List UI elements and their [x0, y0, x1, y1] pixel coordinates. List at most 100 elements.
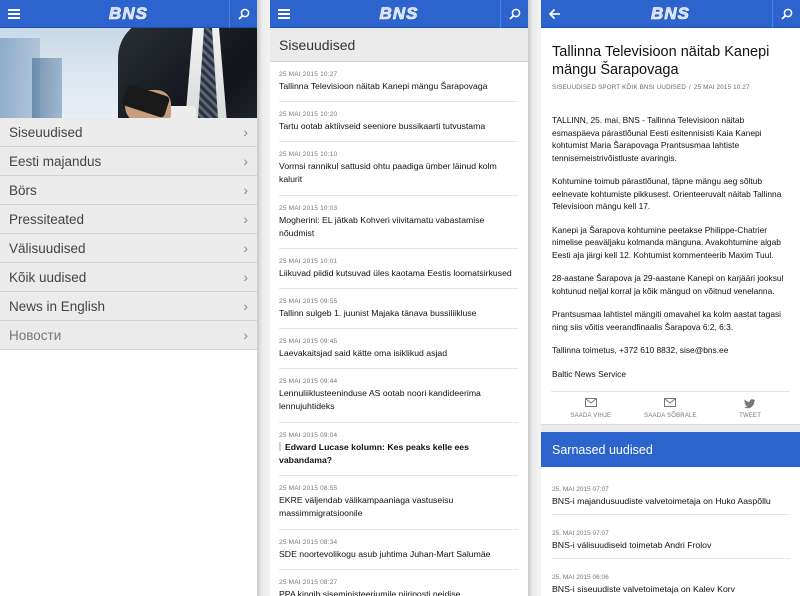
nav-item-eesti-majandus[interactable]: Eesti majandus ›	[0, 147, 257, 176]
send-to-friend-button[interactable]: SAADA SÕBRALE	[631, 398, 710, 419]
news-date: 25 MAI 2015 08:27	[279, 579, 338, 586]
article-paragraph: Tallinna toimetus, +372 610 8832, sise@b…	[552, 345, 729, 355]
send-tip-button[interactable]: SAADA VIHJE	[551, 398, 630, 419]
nav-item-news-in-english[interactable]: News in English ›	[0, 292, 257, 321]
news-list-item[interactable]: 25 MAI 2015 10:10 Vormsi rannikul sattusi…	[279, 142, 518, 196]
search-button[interactable]	[500, 0, 528, 28]
news-date: 25 MAI 2015 10:27	[279, 71, 338, 78]
mail-icon	[584, 398, 597, 407]
nav-item-label: Siseuudised	[9, 124, 83, 140]
related-item[interactable]: 25. MAI 2015 07:07 BNS-i majandusuudiste …	[552, 467, 790, 515]
news-list-item[interactable]: 25 MAI 2015 08:34 SDE noortevolikogu asub…	[279, 530, 518, 570]
related-header: Sarnased uudised	[541, 432, 800, 467]
search-button[interactable]	[229, 0, 257, 28]
news-list-item[interactable]: 25 MAI 2015 10:01 Liikuvad piidid kutsuva…	[279, 249, 518, 289]
news-headline: Lennuliiklusteeninduse AS ootab noori ka…	[279, 388, 481, 411]
share-label: SAADA VIHJE	[570, 413, 612, 419]
share-label: TWEET	[739, 413, 762, 419]
mail-icon	[664, 398, 677, 407]
section-spacer	[541, 424, 800, 432]
search-icon	[237, 8, 249, 20]
news-headline: Vormsi rannikul sattusid ohtu paadiga üm…	[279, 161, 497, 184]
top-bar: BNS	[0, 0, 257, 28]
news-headline: SDE noortevolikogu asub juhtima Juhan-Ma…	[279, 549, 491, 559]
article-panel: BNS Tallinna Televisioon näitab Kanepi m…	[541, 0, 800, 596]
search-icon	[508, 8, 520, 20]
bns-logo[interactable]: BNS	[379, 4, 419, 24]
news-list-item[interactable]: 25 MAI 2015 10:20 Tartu ootab aktiivseid …	[279, 102, 518, 142]
nav-item-label: Börs	[9, 182, 37, 198]
news-date: 25 MAI 2015 10:20	[279, 111, 338, 118]
related-item[interactable]: 25. MAI 2015 06:06 BNS-i siseuudiste valv…	[552, 559, 790, 596]
related-headline: BNS-i välisuudiseid toimetab Andri Frolo…	[552, 540, 712, 550]
nav-item-label: News in English	[9, 298, 106, 314]
article-date: 25 MAI 2015 10:27	[693, 84, 750, 91]
news-list-item[interactable]: 25 MAI 2015 09:44 Lennuliiklusteeninduse …	[279, 369, 518, 423]
news-date: 25 MAI 2015 09:04	[279, 432, 338, 439]
news-list-item[interactable]: 25 MAI 2015 09:55 Tallinn sulgeb 1. juuni…	[279, 289, 518, 329]
chevron-right-icon: ›	[243, 298, 248, 314]
nav-item-bors[interactable]: Börs ›	[0, 176, 257, 205]
top-bar: BNS	[541, 0, 800, 28]
share-label: SAADA SÕBRALE	[644, 413, 697, 419]
hamburger-icon	[278, 9, 290, 19]
article-meta: SISEUUDISED SPORT KÕIK BNSI UUDISED/25 M…	[552, 84, 790, 91]
news-date: 25 MAI 2015 08:55	[279, 485, 338, 492]
nav-item-koik-uudised[interactable]: Kõik uudised ›	[0, 263, 257, 292]
news-date: 25 MAI 2015 09:55	[279, 298, 338, 305]
category-nav: Siseuudised › Eesti majandus › Börs › Press…	[0, 118, 257, 350]
article-title: Tallinna Televisioon näitab Kanepi mängu…	[552, 44, 770, 78]
news-list-item[interactable]: 25 MAI 2015 09:45 Laevakaitsjad said kätt…	[279, 329, 518, 369]
nav-item-pressiteated[interactable]: Pressiteated ›	[0, 205, 257, 234]
chevron-right-icon: ›	[243, 327, 248, 343]
news-list-item[interactable]: 25 MAI 2015 08:27 PPA kingib siseministee…	[279, 570, 518, 596]
nav-item-label: Välisuudised	[9, 240, 86, 256]
search-icon	[780, 8, 792, 20]
related-title: Sarnased uudised	[552, 442, 653, 457]
news-headline: Tallinn sulgeb 1. juunist Majaka tänava …	[279, 308, 477, 318]
bns-logo[interactable]: BNS	[651, 4, 690, 24]
news-date: 25 MAI 2015 08:34	[279, 539, 338, 546]
news-headline: EKRE väljendab välikampaaniaga vastuseis…	[279, 495, 454, 518]
related-date: 25. MAI 2015 06:06	[552, 574, 609, 581]
search-button[interactable]	[772, 0, 800, 28]
menu-panel: BNS Siseuudised › Eesti majandus › Börs › P…	[0, 0, 257, 596]
nav-item-valisuudised[interactable]: Välisuudised ›	[0, 234, 257, 263]
back-button[interactable]	[541, 0, 569, 28]
article-paragraph: Kanepi ja Šarapova kohtumine peetakse Ph…	[552, 224, 781, 260]
news-date: 25 MAI 2015 09:44	[279, 378, 338, 385]
menu-button[interactable]	[0, 0, 28, 28]
news-headline: Liikuvad piidid kutsuvad üles kaotama Ee…	[279, 268, 512, 278]
menu-button[interactable]	[270, 0, 298, 28]
news-list-item[interactable]: 25 MAI 2015 08:55 EKRE väljendab välikamp…	[279, 476, 518, 530]
meta-separator: /	[689, 84, 691, 91]
article-paragraph: Prantsusmaa lahtistel mängiti omavahel k…	[552, 309, 782, 332]
section-title: Siseuudised	[279, 36, 356, 53]
section-header: Siseuudised	[270, 28, 528, 62]
nav-item-siseuudised[interactable]: Siseuudised ›	[0, 118, 257, 147]
tweet-button[interactable]: TWEET	[711, 398, 790, 419]
news-list-item[interactable]: 25 MAI 2015 09:04 Edward Lucase kolumn: K…	[279, 423, 518, 476]
news-headline: PPA kingib siseministeeriumile piiripost…	[279, 589, 461, 596]
article-categories[interactable]: SISEUUDISED SPORT KÕIK BNSI UUDISED	[552, 84, 686, 91]
twitter-icon	[744, 399, 756, 409]
news-list-item[interactable]: 25 MAI 2015 10:03 Mogherini: EL jätkab Ko…	[279, 196, 518, 249]
panel-divider	[257, 0, 270, 596]
related-item[interactable]: 25. MAI 2015 07:07 BNS-i välisuudiseid to…	[552, 515, 790, 559]
article-paragraph: Baltic News Service	[552, 368, 627, 379]
nav-item-label: Eesti majandus	[9, 153, 102, 169]
chevron-right-icon: ›	[243, 182, 248, 198]
top-bar: BNS	[270, 0, 528, 28]
related-date: 25. MAI 2015 07:07	[552, 486, 609, 493]
chevron-right-icon: ›	[243, 269, 248, 285]
nav-item-novosti[interactable]: Новости ›	[0, 321, 257, 350]
bns-logo[interactable]: BNS	[109, 4, 148, 24]
nav-item-label: Kõik uudised	[9, 269, 87, 285]
chevron-right-icon: ›	[243, 211, 248, 227]
news-list-item[interactable]: 25 MAI 2015 10:27 Tallinna Televisioon nä…	[279, 62, 518, 102]
hero-image	[0, 28, 257, 118]
nav-item-label: Pressiteated	[9, 211, 85, 227]
news-date: 25 MAI 2015 10:01	[279, 258, 338, 265]
news-headline: Edward Lucase kolumn: Kes peaks kelle ee…	[279, 442, 469, 465]
related-list: 25. MAI 2015 07:07 BNS-i majandusuudiste …	[541, 467, 800, 596]
